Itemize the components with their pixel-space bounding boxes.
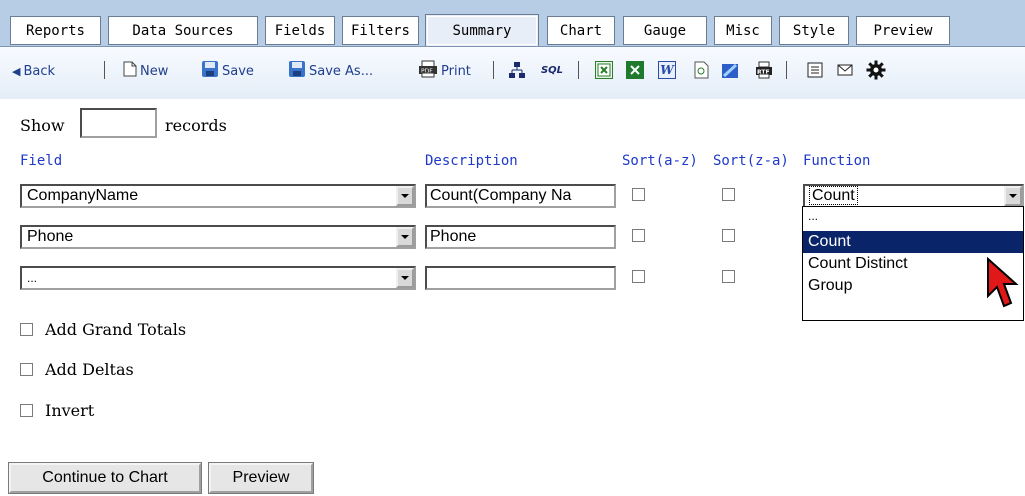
tab-reports[interactable]: Reports [10,16,101,45]
back-button[interactable]: ◀ Back [12,59,55,83]
description-input-row-2[interactable]: Phone [425,225,616,249]
save-as-button[interactable]: Save As... [288,59,373,83]
tab-gauge[interactable]: Gauge [623,16,707,45]
back-arrow-icon: ◀ [12,64,21,78]
sort-za-checkbox-row-2[interactable] [722,229,735,242]
rtf-icon[interactable]: RTF [755,61,773,79]
tab-chart[interactable]: Chart [547,16,615,45]
tab-preview[interactable]: Preview [856,16,950,45]
chevron-down-icon[interactable] [396,268,414,288]
excel-icon[interactable] [626,61,644,79]
tab-bar: Reports Data Sources Fields Filters Summ… [0,0,1025,47]
tab-fields[interactable]: Fields [265,16,335,45]
add-grand-totals-checkbox[interactable] [20,323,33,336]
print-button[interactable]: PDF Print [418,59,471,83]
new-document-icon [123,61,137,81]
tab-data-sources[interactable]: Data Sources [108,16,258,45]
list-icon[interactable] [806,61,824,79]
save-as-label: Save As... [309,63,374,79]
field-select-value: ... [27,271,38,285]
sort-za-column-header: Sort(z-a) [713,153,789,169]
add-grand-totals-option[interactable]: Add Grand Totals [20,320,186,339]
new-button[interactable]: New [123,59,168,83]
tab-filters[interactable]: Filters [342,16,419,45]
email-icon[interactable] [836,61,854,79]
save-as-icon [288,60,306,82]
new-label: New [140,63,169,79]
field-select-value: CompanyName [27,187,139,204]
field-column-header: Field [20,153,63,169]
sitemap-icon[interactable] [508,61,526,79]
preview-button[interactable]: Preview [208,462,314,494]
field-select-value: Phone [27,228,74,245]
invert-label: Invert [45,401,95,420]
save-button[interactable]: Save [201,59,254,83]
tab-summary[interactable]: Summary [425,14,539,47]
function-option[interactable]: ... [803,207,1023,231]
print-icon: PDF [418,60,438,82]
chevron-down-icon[interactable] [1004,186,1022,206]
toolbar-separator [493,61,494,79]
show-prefix: Show [20,116,65,135]
continue-to-chart-button[interactable]: Continue to Chart [8,462,202,494]
sort-az-checkbox-row-2[interactable] [632,229,645,242]
excel-export-icon[interactable] [595,61,613,79]
save-label: Save [222,63,254,79]
sql-icon-label: SQL [540,64,564,76]
chevron-down-icon[interactable] [396,186,414,206]
toolbar-separator [104,61,105,79]
description-input-row-1[interactable]: Count(Company Na [425,184,616,208]
description-input-row-3[interactable] [425,266,616,290]
sort-az-checkbox-row-1[interactable] [632,188,645,201]
toolbar: ◀ Back New Save Save As... PDF Print SQL [0,46,1025,99]
field-select-row-3[interactable]: ... [20,266,416,290]
sql-icon[interactable]: SQL [540,61,564,79]
description-column-header: Description [425,153,518,169]
word-icon[interactable]: W [658,61,676,79]
back-label: Back [23,63,56,79]
chevron-down-icon[interactable] [396,227,414,247]
toolbar-separator [786,61,787,79]
add-deltas-option[interactable]: Add Deltas [20,360,134,379]
show-records-input[interactable] [80,108,157,138]
html-export-icon[interactable] [692,61,710,79]
add-deltas-label: Add Deltas [45,360,134,379]
print-label: Print [441,63,471,79]
tab-style[interactable]: Style [779,16,849,45]
tab-misc[interactable]: Misc [714,16,772,45]
toolbar-separator [578,61,579,79]
sort-za-checkbox-row-1[interactable] [722,188,735,201]
function-select-value: Count [809,186,858,205]
add-deltas-checkbox[interactable] [20,363,33,376]
field-select-row-1[interactable]: CompanyName [20,184,416,208]
cursor-arrow-icon [987,256,1019,308]
pdf-icon[interactable] [721,61,739,79]
function-option-highlighted[interactable]: Count [803,231,1023,253]
show-suffix: records [165,116,227,135]
save-icon [201,60,219,82]
add-grand-totals-label: Add Grand Totals [45,320,187,339]
sort-az-checkbox-row-3[interactable] [632,270,645,283]
invert-checkbox[interactable] [20,404,33,417]
invert-option[interactable]: Invert [20,401,94,420]
sort-az-column-header: Sort(a-z) [622,153,698,169]
gear-icon[interactable] [866,60,886,80]
field-select-row-2[interactable]: Phone [20,225,416,249]
function-column-header: Function [803,153,871,169]
function-select-row-1[interactable]: Count [803,184,1024,208]
sort-za-checkbox-row-3[interactable] [722,270,735,283]
